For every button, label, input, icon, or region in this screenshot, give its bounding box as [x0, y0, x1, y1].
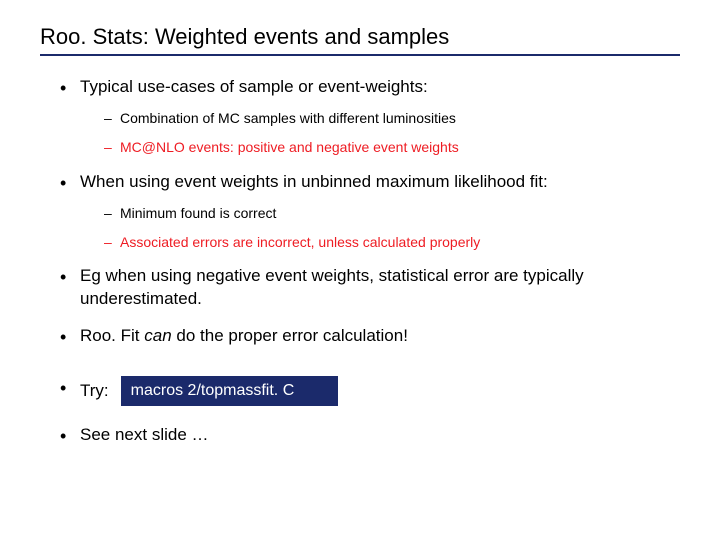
slide: Roo. Stats: Weighted events and samples …	[0, 0, 720, 540]
sub-bullet: MC@NLO events: positive and negative eve…	[104, 138, 680, 157]
sub-bullet: Associated errors are incorrect, unless …	[104, 233, 680, 252]
bullet-unbinned-fit: When using event weights in unbinned max…	[60, 171, 680, 252]
bullet-try: Try: macros 2/topmassfit. C	[60, 376, 680, 406]
bullet-underestimated: Eg when using negative event weights, st…	[60, 265, 680, 311]
sub-bullet: Combination of MC samples with different…	[104, 109, 680, 128]
bullet-use-cases: Typical use-cases of sample or event-wei…	[60, 76, 680, 157]
bullet-text: See next slide …	[80, 425, 209, 444]
sub-bullet: Minimum found is correct	[104, 204, 680, 223]
bullet-text: Eg when using negative event weights, st…	[80, 266, 584, 308]
sub-list: Minimum found is correct Associated erro…	[80, 204, 680, 252]
sub-text: Combination of MC samples with different…	[120, 110, 456, 126]
slide-title: Roo. Stats: Weighted events and samples	[40, 24, 680, 56]
bullet-next-slide: See next slide …	[60, 424, 680, 447]
code-box: macros 2/topmassfit. C	[121, 376, 339, 406]
sub-text: Minimum found is correct	[120, 205, 276, 221]
bullet-text: When using event weights in unbinned max…	[80, 172, 548, 191]
bullet-list: Typical use-cases of sample or event-wei…	[40, 76, 680, 447]
sub-text: Associated errors are incorrect, unless …	[120, 234, 480, 250]
bullet-text: Typical use-cases of sample or event-wei…	[80, 77, 428, 96]
sub-text: MC@NLO events: positive and negative eve…	[120, 139, 459, 155]
bullet-roofit-can: Roo. Fit can do the proper error calcula…	[60, 325, 680, 348]
bullet-text-post: do the proper error calculation!	[172, 326, 408, 345]
sub-list: Combination of MC samples with different…	[80, 109, 680, 157]
try-label: Try:	[80, 380, 109, 403]
bullet-text-em: can	[144, 326, 171, 345]
bullet-text-pre: Roo. Fit	[80, 326, 144, 345]
